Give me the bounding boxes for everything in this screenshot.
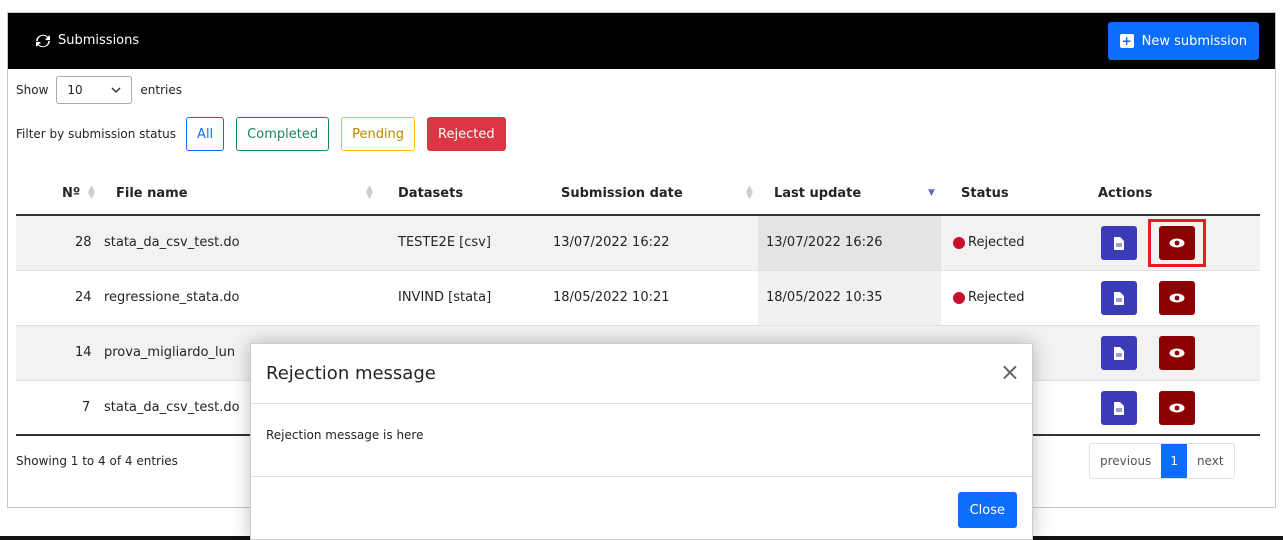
modal-divider (251, 476, 1032, 477)
rejection-modal: Rejection message × Rejection message is… (250, 343, 1033, 540)
modal-body-text: Rejection message is here (266, 428, 424, 442)
modal-header: Rejection message × (251, 344, 1032, 404)
modal-close-button[interactable]: Close (957, 492, 1017, 528)
close-icon[interactable]: × (1000, 360, 1020, 384)
modal-title: Rejection message (266, 363, 436, 384)
